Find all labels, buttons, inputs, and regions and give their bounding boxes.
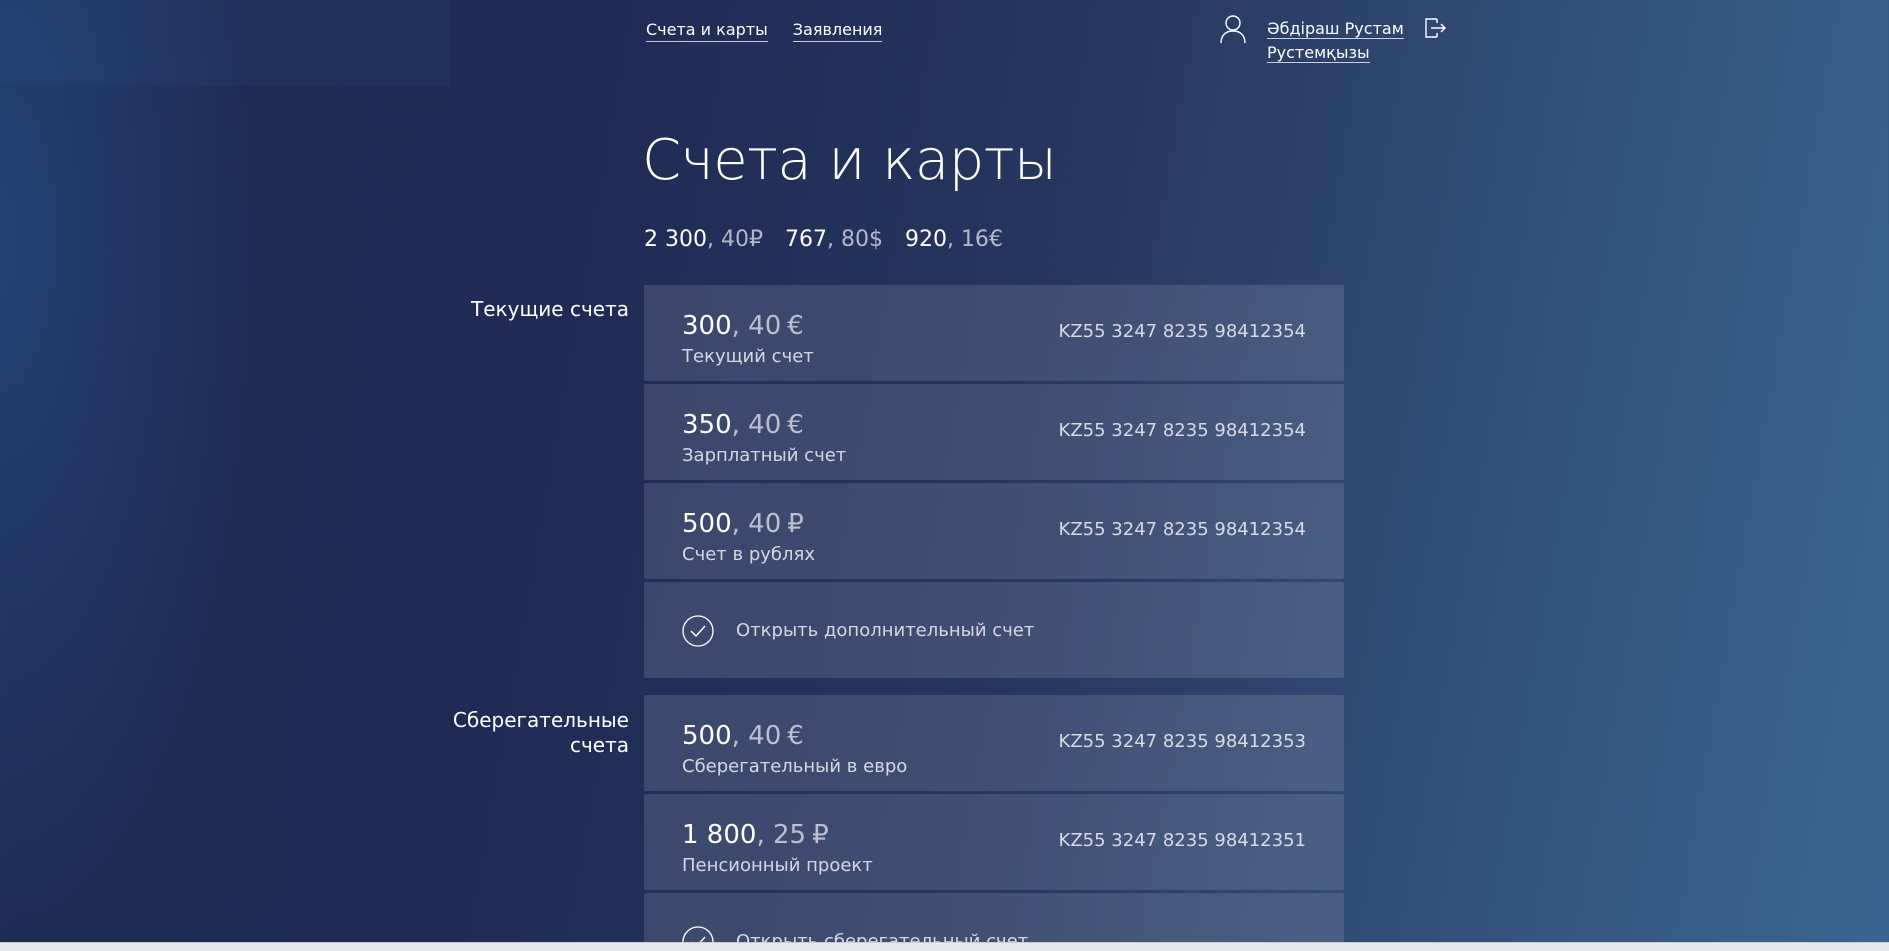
background-tint xyxy=(0,0,450,85)
account-card[interactable]: 350, 40 € Зарплатный счет KZ55 3247 8235 … xyxy=(644,384,1344,480)
section-label-current-accounts: Текущие счета xyxy=(471,297,629,321)
account-card[interactable]: 500, 40 ₽ Счет в рублях KZ55 3247 8235 98… xyxy=(644,483,1344,579)
total-rub: 2 300, 40₽ xyxy=(644,227,763,252)
account-name: Зарплатный счет xyxy=(682,445,847,466)
account-iban: KZ55 3247 8235 98412354 xyxy=(1058,321,1306,342)
logout-icon[interactable] xyxy=(1423,16,1447,40)
balance-totals: 2 300, 40₽ 767, 80$ 920, 16€ xyxy=(644,226,1003,254)
account-name: Счет в рублях xyxy=(682,544,815,565)
horizontal-scrollbar[interactable] xyxy=(0,942,1889,951)
top-nav: Счета и карты Заявления xyxy=(646,20,883,42)
user-name-line2: Рустемқызы xyxy=(1267,43,1370,63)
total-eur: 920, 16€ xyxy=(904,227,1003,252)
account-iban: KZ55 3247 8235 98412353 xyxy=(1058,731,1306,752)
nav-accounts-and-cards[interactable]: Счета и карты xyxy=(646,20,768,42)
account-name: Пенсионный проект xyxy=(682,855,873,876)
nav-applications[interactable]: Заявления xyxy=(792,20,883,42)
user-name-link[interactable]: Әбдіраш Рустам Рустемқызы xyxy=(1267,17,1407,65)
account-card[interactable]: 500, 40 € Сберегательный в евро KZ55 3247… xyxy=(644,695,1344,791)
account-iban: KZ55 3247 8235 98412354 xyxy=(1058,420,1306,441)
open-additional-account-button[interactable]: Открыть дополнительный счет xyxy=(644,582,1344,678)
check-circle-icon xyxy=(682,615,714,647)
account-card[interactable]: 300, 40 € Текущий счет KZ55 3247 8235 984… xyxy=(644,285,1344,381)
user-icon xyxy=(1219,14,1247,44)
account-iban: KZ55 3247 8235 98412354 xyxy=(1058,519,1306,540)
section-label-savings-accounts: Сберегательные счета xyxy=(452,708,629,757)
account-name: Сберегательный в евро xyxy=(682,756,908,777)
page-title: Счета и карты xyxy=(642,128,1057,193)
account-name: Текущий счет xyxy=(682,346,814,367)
open-additional-account-label: Открыть дополнительный счет xyxy=(736,620,1035,641)
account-amount: 500, 40 ₽ xyxy=(682,509,804,539)
background-glow xyxy=(0,0,260,951)
account-amount: 300, 40 € xyxy=(682,311,804,341)
account-card[interactable]: 1 800, 25 ₽ Пенсионный проект KZ55 3247 8… xyxy=(644,794,1344,890)
account-amount: 350, 40 € xyxy=(682,410,804,440)
account-amount: 1 800, 25 ₽ xyxy=(682,820,829,850)
user-name-line1: Әбдіраш Рустам xyxy=(1267,19,1404,39)
total-usd: 767, 80$ xyxy=(784,227,883,252)
account-iban: KZ55 3247 8235 98412351 xyxy=(1058,830,1306,851)
account-amount: 500, 40 € xyxy=(682,721,804,751)
